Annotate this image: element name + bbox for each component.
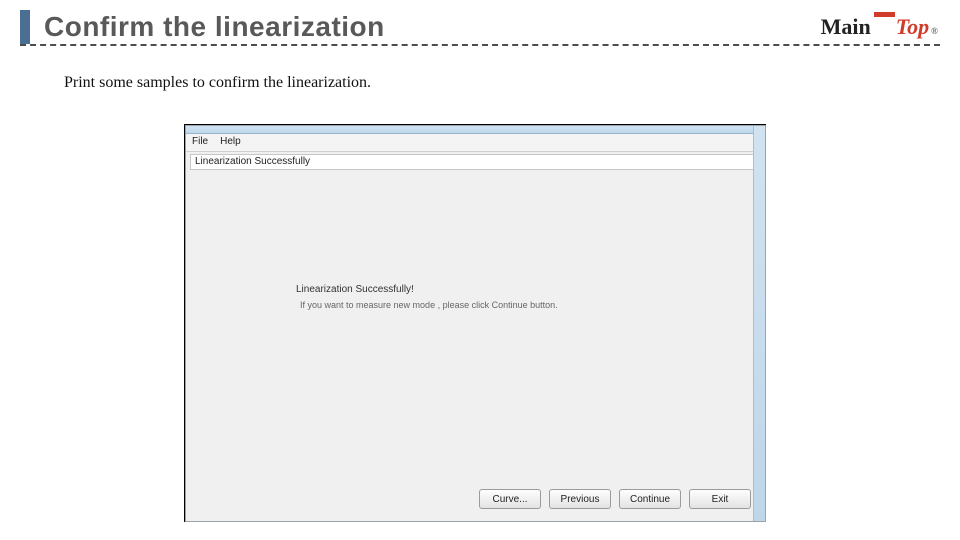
menu-file[interactable]: File — [192, 136, 208, 149]
button-row: Curve... Previous Continue Exit — [479, 489, 751, 509]
logo-reg: ® — [931, 26, 938, 36]
window-frame-top — [186, 126, 765, 134]
title-divider — [20, 44, 940, 46]
menubar: File Help — [186, 134, 765, 152]
exit-button[interactable]: Exit — [689, 489, 751, 509]
slide: Main Top ® Confirm the linearization Pri… — [0, 0, 960, 540]
menu-help[interactable]: Help — [220, 136, 241, 149]
title-accent-bar — [20, 10, 30, 44]
body-text: Print some samples to confirm the linear… — [64, 74, 940, 92]
logo-top: Top — [874, 14, 929, 40]
previous-button[interactable]: Previous — [549, 489, 611, 509]
brand-logo: Main Top ® — [821, 14, 938, 40]
title-row: Confirm the linearization — [20, 10, 940, 44]
continue-button[interactable]: Continue — [619, 489, 681, 509]
address-bar: Linearization Successfully — [190, 154, 761, 170]
status-message-title: Linearization Successfully! — [296, 284, 414, 295]
page-title: Confirm the linearization — [44, 11, 385, 43]
embedded-screenshot: File Help Linearization Successfully Lin… — [184, 124, 766, 522]
logo-main: Main — [821, 14, 871, 40]
app-window: File Help Linearization Successfully Lin… — [185, 125, 766, 522]
window-frame-right — [753, 126, 765, 521]
curve-button[interactable]: Curve... — [479, 489, 541, 509]
client-area: Linearization Successfully! If you want … — [186, 172, 765, 521]
status-message-body: If you want to measure new mode , please… — [300, 300, 558, 310]
